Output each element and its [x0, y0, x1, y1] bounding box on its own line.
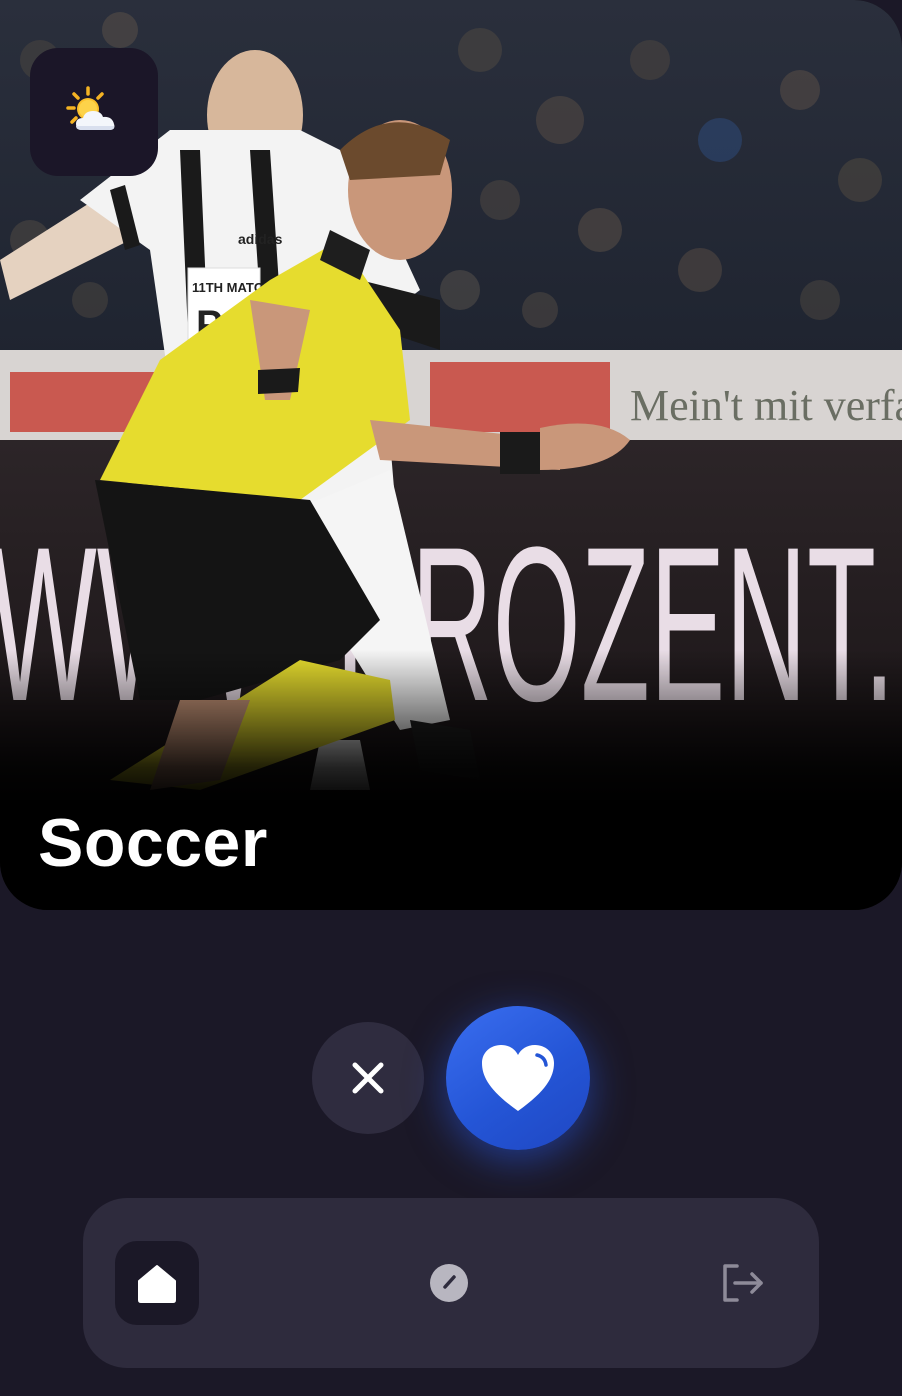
bottom-navigation — [83, 1198, 819, 1368]
nav-item-home[interactable] — [115, 1241, 199, 1325]
partly-sunny-weather-icon — [66, 86, 115, 130]
nav-item-logout[interactable] — [701, 1241, 785, 1325]
swipe-actions — [0, 1000, 902, 1160]
dismiss-button[interactable] — [312, 1022, 424, 1134]
compass-icon — [430, 1264, 468, 1302]
heart-icon — [482, 1045, 554, 1111]
weather-badge[interactable] — [30, 48, 158, 176]
jersey-brand: adidas — [238, 231, 283, 247]
home-icon — [138, 1265, 176, 1303]
close-icon — [352, 1062, 384, 1094]
card-title: Soccer — [38, 805, 268, 881]
nav-item-explore[interactable] — [407, 1241, 491, 1325]
logout-icon — [723, 1264, 763, 1302]
app-screen: Mein't mit verfan WWW.PROZENT. adidas 11… — [0, 0, 902, 1396]
banner-text: Mein't mit verfan — [630, 381, 902, 430]
like-button[interactable] — [446, 1006, 590, 1150]
topic-card[interactable]: Mein't mit verfan WWW.PROZENT. adidas 11… — [0, 0, 902, 910]
